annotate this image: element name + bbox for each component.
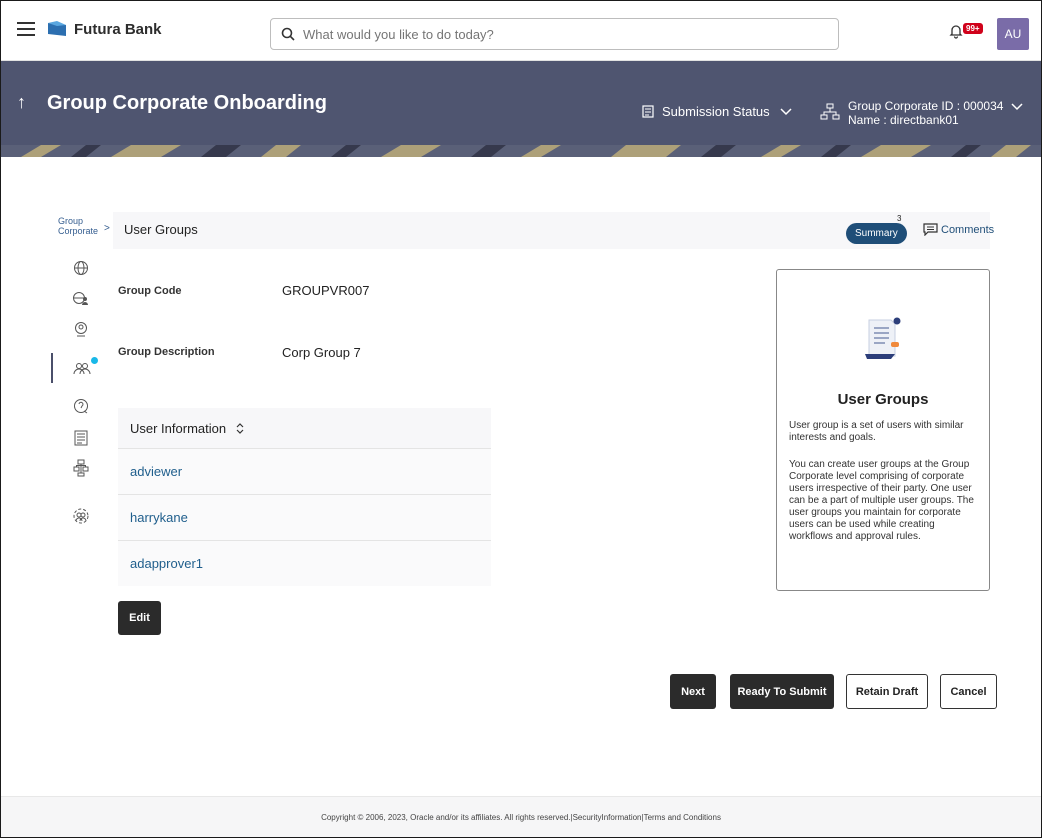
settings-users-icon[interactable] (51, 501, 111, 531)
chevron-down-icon (780, 107, 792, 115)
help-paragraph: User group is a set of users with simila… (789, 420, 964, 443)
bank-logo-icon (48, 21, 66, 36)
group-code-value: GROUPVR007 (282, 283, 370, 298)
page-banner: ↑ Group Corporate Onboarding Submission … (1, 61, 1041, 157)
search-icon (281, 27, 295, 41)
user-circle-icon[interactable] (51, 314, 111, 344)
group-description-value: Corp Group 7 (282, 345, 361, 360)
notification-bell-icon[interactable] (949, 23, 963, 39)
retain-draft-button[interactable]: Retain Draft (846, 674, 928, 709)
table-row[interactable]: harrykane (118, 494, 491, 540)
group-description-label: Group Description (118, 346, 215, 358)
globe-icon[interactable] (51, 253, 111, 283)
document-icon[interactable] (51, 423, 111, 453)
submission-status-dropdown[interactable]: Submission Status (642, 104, 792, 119)
notification-badge: 99+ (963, 23, 983, 34)
user-information-header[interactable]: User Information (118, 408, 491, 448)
user-avatar[interactable]: AU (997, 18, 1029, 50)
breadcrumb-parent-line1: Group (58, 216, 84, 226)
edit-button[interactable]: Edit (118, 601, 161, 635)
user-information-header-label: User Information (130, 420, 227, 436)
page-title: Group Corporate Onboarding (47, 92, 327, 114)
ready-to-submit-button[interactable]: Ready To Submit (730, 674, 834, 709)
banner-pattern (1, 145, 1041, 157)
section-title: User Groups (124, 222, 198, 237)
help-paragraph: You can create user groups at the Group … (789, 459, 974, 542)
support-icon[interactable] (51, 391, 111, 421)
group-code-label: Group Code (118, 285, 182, 297)
user-groups-illustration-icon (865, 317, 901, 359)
footer-text: Copyright © 2006, 2023, Oracle and/or it… (321, 812, 721, 822)
document-status-icon (642, 105, 654, 118)
comments-label: Comments (941, 223, 995, 236)
search-bar[interactable] (270, 18, 839, 50)
breadcrumb-parent-line2: Corporate (58, 226, 99, 236)
chevron-down-icon (1011, 103, 1023, 111)
user-information-table: User Information adviewer harrykane adap… (118, 408, 491, 586)
summary-count-badge: 3 (897, 214, 902, 223)
hierarchy-icon (820, 103, 840, 120)
footer: Copyright © 2006, 2023, Oracle and/or it… (1, 796, 1041, 837)
globe-users-icon[interactable] (51, 283, 111, 313)
group-corporate-id: Group Corporate ID : 000034 (848, 99, 1004, 113)
help-title: User Groups (837, 391, 929, 408)
user-group-icon[interactable] (51, 353, 111, 383)
group-corporate-switcher[interactable]: Group Corporate ID : 000034 Name : direc… (820, 99, 1023, 127)
summary-button[interactable]: Summary (846, 223, 907, 244)
breadcrumb-separator: > (104, 223, 110, 234)
cancel-button[interactable]: Cancel (940, 674, 997, 709)
comment-icon (923, 223, 938, 236)
back-arrow-icon[interactable]: ↑ (17, 92, 26, 113)
help-card: User Groups User group is a set of users… (776, 269, 990, 591)
sort-icon[interactable] (236, 422, 244, 434)
group-corporate-name: Name : directbank01 (848, 113, 959, 127)
table-row[interactable]: adviewer (118, 448, 491, 494)
active-step-dot (91, 357, 98, 364)
comments-button[interactable]: Comments (923, 223, 994, 236)
breadcrumb-parent[interactable]: Group Corporate (58, 216, 98, 236)
submission-status-label: Submission Status (662, 104, 770, 119)
hierarchy-icon[interactable] (51, 453, 111, 483)
brand-name[interactable]: Futura Bank (74, 21, 162, 38)
top-bar: Futura Bank 99+ AU (1, 1, 1041, 61)
hamburger-menu-icon[interactable] (17, 22, 35, 36)
search-input[interactable] (303, 26, 783, 42)
table-row[interactable]: adapprover1 (118, 540, 491, 586)
next-button[interactable]: Next (670, 674, 716, 709)
